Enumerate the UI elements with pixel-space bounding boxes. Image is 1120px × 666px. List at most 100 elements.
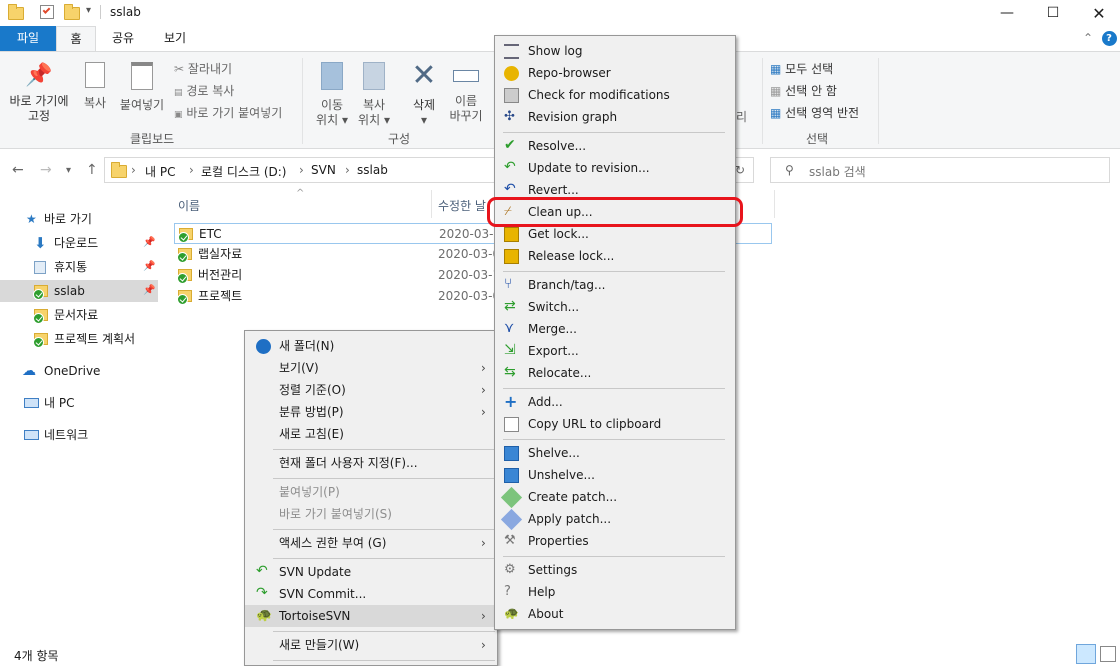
column-header-name[interactable]: 이름	[178, 197, 200, 214]
delete-button[interactable]: ✕ 삭제 ▾	[404, 58, 444, 128]
menu-item-resolve[interactable]: ✔ Resolve...	[495, 135, 735, 157]
menu-item-show-log[interactable]: Show log	[495, 40, 735, 62]
menu-separator	[273, 660, 495, 661]
select-none-button[interactable]: ▦ 선택 안 함	[770, 82, 837, 99]
menu-item-merge[interactable]: ⋎ Merge...	[495, 318, 735, 340]
nav-quick-access[interactable]: ★ 바로 가기	[0, 208, 158, 230]
rename-button[interactable]: 이름 바꾸기	[446, 58, 486, 124]
breadcrumb-this-pc[interactable]: 내 PC	[145, 163, 175, 180]
breadcrumb-local-disk[interactable]: 로컬 디스크 (D:)	[201, 163, 286, 180]
nav-item-recycle-bin[interactable]: 휴지통 📌	[0, 256, 158, 278]
refresh-icon[interactable]: ↻	[735, 163, 745, 177]
nav-this-pc[interactable]: 내 PC	[0, 392, 158, 414]
copy-path-button[interactable]: ▤ 경로 복사	[174, 82, 234, 99]
select-all-icon: ▦	[770, 62, 782, 76]
nav-onedrive[interactable]: ☁ OneDrive	[0, 360, 158, 382]
column-header-modified[interactable]: 수정한 날	[438, 197, 486, 214]
menu-item-repo-browser[interactable]: Repo-browser	[495, 62, 735, 84]
svn-folder-icon	[33, 309, 48, 324]
menu-item-add[interactable]: + Add...	[495, 391, 735, 413]
copy-icon	[85, 62, 105, 88]
quick-access-dropdown-icon[interactable]: ▾	[86, 5, 100, 19]
menu-item-release-lock[interactable]: Release lock...	[495, 245, 735, 267]
invert-selection-button[interactable]: ▦ 선택 영역 반전	[770, 104, 859, 121]
search-input[interactable]: ⚲ sslab 검색	[770, 157, 1110, 183]
large-icons-view-icon[interactable]	[1100, 646, 1116, 662]
menu-item-new[interactable]: 새로 만들기(W) ›	[245, 634, 497, 656]
details-view-icon[interactable]	[1076, 644, 1096, 664]
maximize-button[interactable]: ☐	[1030, 0, 1076, 26]
properties-icon[interactable]	[40, 5, 54, 19]
folder-icon	[8, 4, 24, 20]
menu-item-switch[interactable]: ⇄ Switch...	[495, 296, 735, 318]
paste-shortcut-button[interactable]: ▣ 바로 가기 붙여넣기	[174, 104, 282, 121]
menu-item-svn-commit[interactable]: ↷ SVN Commit...	[245, 583, 497, 605]
menu-item-customize-folder[interactable]: 현재 폴더 사용자 지정(F)...	[245, 452, 497, 474]
switch-icon: ⇄	[504, 298, 516, 314]
tab-view[interactable]: 보기	[152, 26, 198, 51]
menu-item-tortoisesvn[interactable]: 🐢 TortoiseSVN ›	[245, 605, 497, 627]
menu-item-shelve[interactable]: Shelve...	[495, 442, 735, 464]
menu-item-check-modifications[interactable]: Check for modifications	[495, 84, 735, 106]
paste-button[interactable]: 붙여넣기	[116, 58, 168, 113]
menu-item-revision-graph[interactable]: ✣ Revision graph	[495, 106, 735, 128]
menu-item-relocate[interactable]: ⇆ Relocate...	[495, 362, 735, 384]
menu-item-properties[interactable]: ⚒ Properties	[495, 530, 735, 552]
menu-item-sort-by[interactable]: 정렬 기준(O) ›	[245, 379, 497, 401]
menu-item-settings[interactable]: ⚙ Settings	[495, 559, 735, 581]
menu-item-svn-update[interactable]: ↶ SVN Update	[245, 561, 497, 583]
menu-item-update-to-revision[interactable]: ↶ Update to revision...	[495, 157, 735, 179]
menu-item-paste: 붙여넣기(P)	[279, 485, 340, 499]
new-folder-icon[interactable]	[64, 4, 80, 20]
forward-arrow-icon[interactable]: →	[40, 162, 52, 178]
repo-browser-icon	[504, 66, 519, 81]
select-all-button[interactable]: ▦ 모두 선택	[770, 60, 833, 77]
window-title: sslab	[110, 5, 141, 19]
menu-item-copy-url[interactable]: Copy URL to clipboard	[495, 413, 735, 435]
nav-item-documents[interactable]: 문서자료	[0, 304, 158, 326]
tab-share[interactable]: 공유	[100, 26, 146, 51]
help-icon[interactable]: ?	[1100, 26, 1118, 51]
move-to-button[interactable]: 이동 위치 ▾	[312, 58, 352, 128]
menu-separator	[273, 558, 495, 559]
pin-to-quick-access-button[interactable]: 📌 바로 가기에 고정	[4, 58, 74, 124]
menu-item-unshelve[interactable]: Unshelve...	[495, 464, 735, 486]
close-button[interactable]: ✕	[1076, 0, 1120, 26]
cut-button[interactable]: ✂ 잘라내기	[174, 60, 232, 77]
menu-item-apply-patch[interactable]: Apply patch...	[495, 508, 735, 531]
tortoisesvn-submenu: Show log Repo-browser Check for modifica…	[494, 35, 736, 630]
menu-item-help[interactable]: ? Help	[495, 581, 735, 603]
nav-item-project-plan[interactable]: 프로젝트 계획서	[0, 328, 158, 350]
breadcrumb-svn[interactable]: SVN	[311, 163, 336, 177]
menu-item-refresh[interactable]: 새로 고침(E)	[245, 423, 497, 445]
up-arrow-icon[interactable]: ↑	[86, 162, 98, 178]
menu-item-export[interactable]: ⇲ Export...	[495, 340, 735, 362]
copy-to-button[interactable]: 복사 위치 ▾	[354, 58, 394, 128]
tab-home[interactable]: 홈	[56, 26, 96, 51]
nav-network[interactable]: 네트워크	[0, 424, 158, 446]
tab-file[interactable]: 파일	[0, 26, 56, 51]
ribbon-collapse-icon[interactable]: ⌃	[1078, 26, 1098, 51]
breadcrumb-sslab[interactable]: sslab	[357, 163, 388, 177]
menu-item-about[interactable]: 🐢 About	[495, 603, 735, 625]
title-bar: ▾ sslab — ☐ ✕	[0, 0, 1120, 26]
menu-item-view[interactable]: 보기(V) ›	[245, 357, 497, 379]
menu-item-branch-tag[interactable]: ⑂ Branch/tag...	[495, 274, 735, 296]
svn-folder-icon	[177, 269, 192, 284]
organize-group-label: 구성	[388, 132, 411, 146]
menu-separator	[503, 556, 725, 557]
menu-item-new-folder[interactable]: 새 폴더(N)	[245, 335, 497, 357]
menu-item-group-by[interactable]: 분류 방법(P) ›	[245, 401, 497, 423]
menu-item-create-patch[interactable]: Create patch...	[495, 486, 735, 509]
copy-button[interactable]: 복사	[78, 58, 112, 111]
menu-item-give-access[interactable]: 액세스 권한 부여 (G) ›	[245, 532, 497, 554]
nav-item-sslab[interactable]: sslab 📌	[0, 280, 158, 302]
back-arrow-icon[interactable]: ←	[12, 162, 24, 178]
menu-separator	[273, 529, 495, 530]
recent-locations-chevron-icon[interactable]: ▾	[66, 165, 71, 176]
svn-folder-icon	[33, 285, 48, 300]
minimize-button[interactable]: —	[984, 0, 1030, 26]
cloud-icon: ☁	[22, 363, 36, 379]
nav-item-downloads[interactable]: ⬇ 다운로드 📌	[0, 232, 158, 254]
submenu-arrow-icon: ›	[481, 361, 486, 375]
